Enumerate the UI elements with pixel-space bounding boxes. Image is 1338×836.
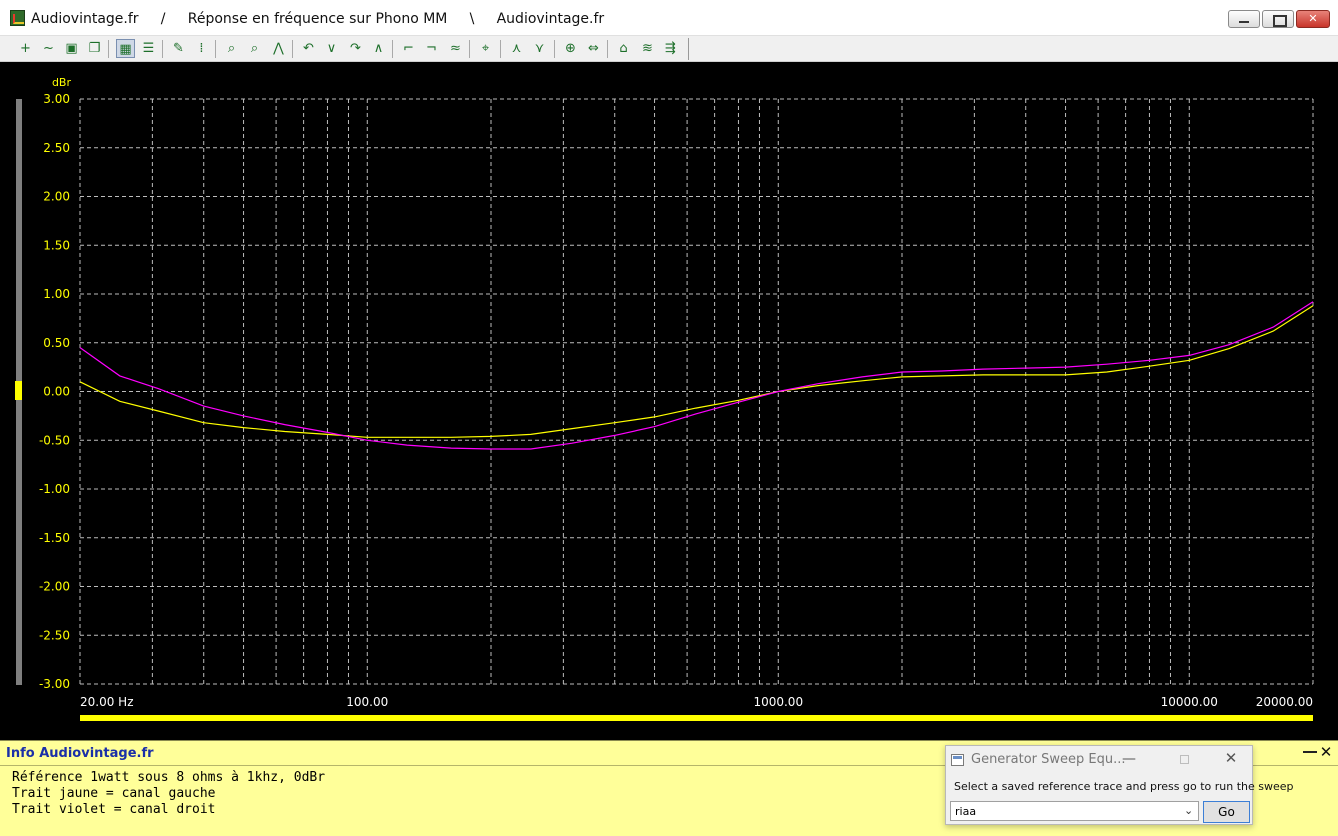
y-tick-label: -2.50	[39, 628, 70, 642]
panel-close-button[interactable]: ✕	[1318, 744, 1334, 760]
y-tick-label: 0.00	[43, 385, 70, 399]
info-line-right-channel: Trait violet = canal droit	[12, 802, 216, 817]
y-tick-label: -1.50	[39, 531, 70, 545]
right-channel-trace	[79, 301, 1314, 450]
y-tick-label: 2.50	[43, 141, 70, 155]
y-tick-label: -2.00	[39, 580, 70, 594]
dialog-maximize-button[interactable]	[1180, 755, 1189, 764]
go-button[interactable]: Go	[1203, 801, 1250, 823]
chevron-down-icon: ⌄	[1184, 804, 1194, 817]
dialog-window-icon	[951, 754, 964, 766]
dialog-close-button[interactable]: ✕	[1224, 750, 1238, 766]
x-tick-label: 100.00	[346, 695, 388, 709]
info-line-reference: Référence 1watt sous 8 ohms à 1khz, 0dBr	[12, 770, 326, 785]
y-tick-label: -0.50	[39, 433, 70, 447]
dialog-title: Generator Sweep Equ...	[971, 752, 1126, 767]
y-tick-label: 1.50	[43, 238, 70, 252]
dialog-message: Select a saved reference trace and press…	[954, 780, 1294, 793]
x-tick-label: 20.00 Hz	[80, 695, 134, 709]
info-title: Info Audiovintage.fr	[6, 746, 154, 761]
y-tick-label: -1.00	[39, 482, 70, 496]
info-line-left-channel: Trait jaune = canal gauche	[12, 786, 216, 801]
y-axis-label: dBr	[52, 76, 72, 89]
series-layer	[79, 301, 1314, 450]
y-tick-label: 0.50	[43, 336, 70, 350]
generator-sweep-dialog: Generator Sweep Equ... — ✕ Select a save…	[945, 745, 1294, 825]
selected-trace-value: riaa	[955, 805, 977, 818]
dialog-minimize-button[interactable]: —	[1122, 752, 1136, 766]
grid-layer	[79, 98, 1314, 685]
label-layer: 3.00 2.50 2.00 1.50 1.00 0.50 0.00 -0.50 -1.00 -1…	[39, 76, 1313, 709]
x-tick-label: 20000.00	[1256, 695, 1313, 709]
y-tick-label: 2.00	[43, 190, 70, 204]
frequency-response-chart: 3.00 2.50 2.00 1.50 1.00 0.50 0.00 -0.50 -1.00 -1…	[39, 76, 1314, 709]
left-channel-trace	[79, 305, 1314, 438]
y-tick-label: 1.00	[43, 287, 70, 301]
y-tick-label: -3.00	[39, 677, 70, 691]
x-tick-label: 10000.00	[1161, 695, 1218, 709]
x-tick-label: 1000.00	[753, 695, 803, 709]
reference-trace-select[interactable]: riaa ⌄	[950, 801, 1199, 821]
y-tick-label: 3.00	[43, 92, 70, 106]
panel-minimize-button[interactable]	[1303, 751, 1317, 753]
